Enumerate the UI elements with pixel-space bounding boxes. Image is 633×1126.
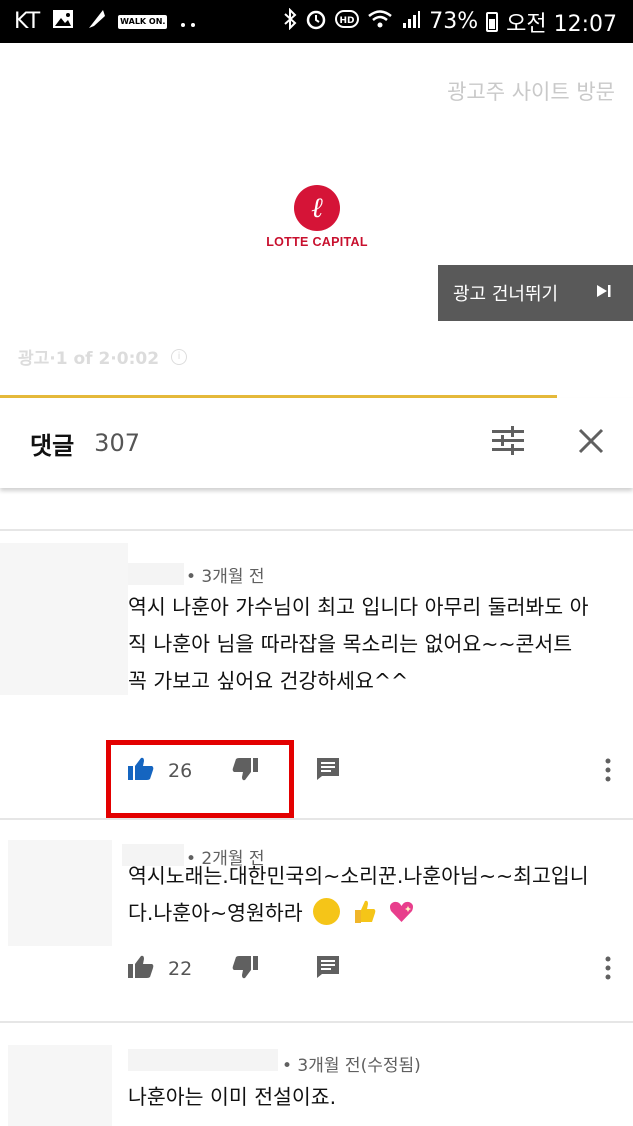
highlight-box xyxy=(106,740,294,818)
smiley-emoji-icon xyxy=(313,898,341,925)
thumbs-up-emoji-icon xyxy=(351,898,378,925)
wifi-icon xyxy=(367,9,393,35)
sort-filter-icon[interactable] xyxy=(491,426,525,460)
feather-icon xyxy=(86,8,106,36)
close-icon[interactable] xyxy=(577,427,605,459)
comment-time: • 3개월 전 xyxy=(186,567,265,587)
avatar[interactable] xyxy=(8,1045,112,1126)
avatar[interactable] xyxy=(8,840,112,946)
author-name[interactable] xyxy=(128,563,184,585)
skip-ad-button[interactable]: 광고 건너뛰기 xyxy=(438,265,633,321)
bluetooth-icon xyxy=(283,7,297,36)
signal-icon xyxy=(401,9,421,35)
comment-text: 역시노래는.대한민국의~소리꾼.나훈아님~~최고입니다.나훈아~영원하라 xyxy=(128,858,605,932)
logo-text: LOTTE CAPITAL xyxy=(266,235,368,249)
comment-item: • 2개월 전 역시노래는.대한민국의~소리꾼.나훈아님~~최고입니다.나훈아~… xyxy=(0,828,633,1018)
comment-item: • 3개월 전 역시 나훈아 가수님이 최고 입니다 아무리 둘러봐도 아직 나… xyxy=(0,543,633,813)
comment-text: 역시 나훈아 가수님이 최고 입니다 아무리 둘러봐도 아직 나훈아 님을 따라… xyxy=(128,595,589,693)
comment-text: 나훈아는 이미 전설이죠. xyxy=(128,1085,337,1109)
like-button[interactable]: 22 xyxy=(128,955,216,983)
svg-text:HD: HD xyxy=(340,16,355,26)
advertiser-logo: ℓ LOTTE CAPITAL xyxy=(252,185,382,249)
ad-counter: 광고·1 of 2·0:02 i xyxy=(18,344,188,369)
comments-title: 댓글 xyxy=(30,431,75,460)
divider xyxy=(0,529,633,531)
comments-header: 댓글 307 xyxy=(0,398,633,488)
like-count: 22 xyxy=(168,958,193,980)
sparkling-heart-emoji-icon xyxy=(388,898,415,925)
author-name[interactable] xyxy=(128,1049,278,1071)
avatar[interactable] xyxy=(0,543,128,695)
comments-count: 307 xyxy=(94,429,140,457)
skip-ad-label: 광고 건너뛰기 xyxy=(453,284,559,305)
gallery-icon xyxy=(52,9,74,35)
more-options-icon[interactable] xyxy=(605,758,611,786)
more-notifications-icon xyxy=(179,9,197,34)
alarm-icon xyxy=(305,8,327,36)
more-options-icon[interactable] xyxy=(605,956,611,984)
reply-icon[interactable] xyxy=(316,955,340,983)
status-bar: KT WALK ON. HD 73% 오전 12:07 xyxy=(0,0,633,43)
divider xyxy=(0,1021,633,1023)
ad-player[interactable]: 광고주 사이트 방문 ℓ LOTTE CAPITAL 광고 건너뛰기 광고·1 … xyxy=(0,43,633,398)
clock: 오전 12:07 xyxy=(506,11,617,37)
ad-counter-text: 광고·1 of 2·0:02 xyxy=(18,349,160,369)
carrier-label: KT xyxy=(14,9,41,34)
walk-on-icon: WALK ON. xyxy=(118,14,168,29)
advertiser-site-link[interactable]: 광고주 사이트 방문 xyxy=(447,76,615,106)
battery-icon xyxy=(486,11,499,32)
hd-voice-icon: HD xyxy=(335,9,360,34)
comment-list[interactable]: • 3개월 전 역시 나훈아 가수님이 최고 입니다 아무리 둘러봐도 아직 나… xyxy=(0,488,633,1126)
dislike-button[interactable] xyxy=(232,955,258,983)
comment-item: • 3개월 전(수정됨) 나훈아는 이미 전설이죠. xyxy=(0,1033,633,1126)
lotte-logo-icon: ℓ xyxy=(294,185,340,231)
battery-percent: 73% xyxy=(429,9,479,34)
comment-time: • 3개월 전(수정됨) xyxy=(282,1056,421,1076)
info-icon[interactable]: i xyxy=(171,348,188,365)
comment-actions: 22 xyxy=(128,952,633,986)
skip-next-icon xyxy=(595,283,613,303)
reply-icon[interactable] xyxy=(316,757,340,785)
thumbs-up-icon xyxy=(128,955,154,983)
divider xyxy=(0,818,633,820)
